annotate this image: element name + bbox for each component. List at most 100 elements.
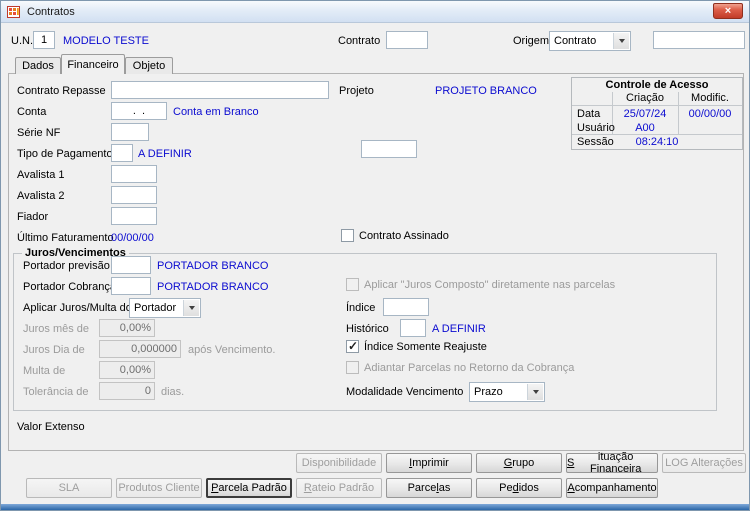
un-input[interactable] <box>33 31 55 49</box>
sla-button[interactable]: SLA <box>26 478 112 498</box>
close-icon: × <box>724 4 732 17</box>
imprimir-button[interactable]: Imprimir <box>386 453 472 473</box>
serie-nf-label: Série NF <box>17 127 61 139</box>
tipo-pagamento-label: Tipo de Pagamento <box>17 148 113 160</box>
historico-input[interactable] <box>400 319 426 337</box>
indice-somente-reajuste-checkbox[interactable]: ✓ Índice Somente Reajuste <box>346 339 487 353</box>
indice-somente-reajuste-label: Índice Somente Reajuste <box>364 340 487 353</box>
juros-mes-label: Juros mês de <box>23 323 90 335</box>
window-bottom-border <box>1 504 749 510</box>
contrato-repasse-label: Contrato Repasse <box>17 85 106 97</box>
contrato-assinado-checkbox[interactable]: Contrato Assinado <box>341 229 449 242</box>
parcelas-button[interactable]: Parce l as <box>386 478 472 498</box>
origem-label: Origem <box>513 35 550 47</box>
fiador-label: Fiador <box>17 211 49 223</box>
tolerancia-label: Tolerância de <box>23 386 89 398</box>
origem-select[interactable]: Contrato <box>549 31 631 51</box>
valor-extenso-label: Valor Extenso <box>17 421 85 433</box>
col-modific-header: Modific. <box>691 92 729 104</box>
portador-cobranca-description: PORTADOR BRANCO <box>157 281 269 293</box>
avalista2-input[interactable] <box>111 186 157 204</box>
historico-description: A DEFINIR <box>432 323 486 335</box>
aplicar-juros-multa-select[interactable]: Portador <box>129 298 201 318</box>
controle-de-acesso-panel: Controle de Acesso Criação Modific. Data… <box>571 77 743 150</box>
close-button[interactable]: × <box>713 3 743 19</box>
divider <box>572 105 742 106</box>
fiador-input[interactable] <box>111 207 157 225</box>
check-icon: ✓ <box>348 339 359 353</box>
contratos-window: Contratos × U.N. MODELO TESTE Contrato O… <box>0 0 750 511</box>
produtos-cliente-button[interactable]: Produtos Cliente <box>116 478 202 498</box>
tab-dados[interactable]: Dados <box>15 57 61 74</box>
un-label: U.N. <box>11 35 33 47</box>
juros-composto-checkbox: Aplicar "Juros Composto" diretamente nas… <box>346 278 615 291</box>
app-icon <box>7 5 21 19</box>
tipo-pagamento-description: A DEFINIR <box>138 148 192 160</box>
serie-nf-input[interactable] <box>111 123 149 141</box>
data-label: Data <box>577 108 601 120</box>
indice-input[interactable] <box>383 298 429 316</box>
rateio-padrao-button[interactable]: Rateio Padrão <box>296 478 382 498</box>
log-alteracoes-button[interactable]: LOG Alterações <box>662 453 746 473</box>
portador-previsao-input[interactable] <box>111 256 151 274</box>
tab-financeiro[interactable]: Financeiro <box>61 54 125 74</box>
contrato-label: Contrato <box>338 35 381 47</box>
modalidade-vencimento-select[interactable]: Prazo <box>469 382 545 402</box>
chevron-down-icon <box>613 33 629 49</box>
divider <box>572 134 742 135</box>
ultimo-faturamento-value: 00/00/00 <box>111 232 154 244</box>
conta-description: Conta em Branco <box>173 106 259 118</box>
multa-label: Multa de <box>23 365 66 377</box>
modalidade-vencimento-label: Modalidade Vencimento <box>346 386 464 398</box>
origem-selected-value: Contrato <box>554 35 597 47</box>
avalista1-input[interactable] <box>111 165 157 183</box>
juros-dia-suffix: após Vencimento. <box>188 344 276 356</box>
indice-label: Índice <box>346 302 376 314</box>
tolerancia-input <box>99 382 155 400</box>
portador-previsao-label: Portador previsão <box>23 260 110 272</box>
portador-cobranca-label: Portador Cobrança <box>23 281 116 293</box>
conta-input[interactable] <box>111 102 167 120</box>
projeto-value: PROJETO BRANCO <box>435 85 537 97</box>
data-criacao-value: 25/07/24 <box>623 108 667 120</box>
checkbox-box <box>346 278 359 291</box>
tipo-pagamento-input[interactable] <box>111 144 133 162</box>
contrato-assinado-label: Contrato Assinado <box>359 229 449 242</box>
situacao-financeira-button[interactable]: Situação Financeira <box>566 451 658 475</box>
col-criacao-header: Criação <box>626 92 664 104</box>
contrato-input[interactable] <box>386 31 428 49</box>
sessao-value: 08:24:10 <box>635 136 679 148</box>
juros-mes-input <box>99 319 155 337</box>
portador-previsao-description: PORTADOR BRANCO <box>157 260 269 272</box>
juros-dia-input <box>99 340 181 358</box>
origem-code-input[interactable] <box>653 31 745 49</box>
checkbox-box <box>346 361 359 374</box>
data-modific-value: 00/00/00 <box>688 108 732 120</box>
adiantar-parcelas-label: Adiantar Parcelas no Retorno da Cobrança <box>364 361 575 374</box>
window-titlebar: Contratos × <box>1 1 749 23</box>
modalidade-vencimento-value: Prazo <box>474 386 503 398</box>
juros-dia-label: Juros Dia de <box>23 344 85 356</box>
unlabeled-input[interactable] <box>361 140 417 158</box>
checkbox-box: ✓ <box>346 339 359 353</box>
multa-input <box>99 361 155 379</box>
chevron-down-icon <box>527 384 543 400</box>
portador-cobranca-input[interactable] <box>111 277 151 295</box>
window-title: Contratos <box>27 5 75 18</box>
adiantar-parcelas-checkbox: Adiantar Parcelas no Retorno da Cobrança <box>346 361 574 374</box>
pedidos-button[interactable]: Pe d idos <box>476 478 562 498</box>
grupo-button[interactable]: Grupo <box>476 453 562 473</box>
ultimo-faturamento-label: Último Faturamento <box>17 232 114 244</box>
tab-objeto[interactable]: Objeto <box>125 57 173 74</box>
acompanhamento-button[interactable]: Acompanhamento <box>566 478 658 498</box>
historico-label: Histórico <box>346 323 389 335</box>
contrato-repasse-input[interactable] <box>111 81 329 99</box>
parcela-padrao-button[interactable]: Parcela Padrão <box>206 478 292 498</box>
aplicar-juros-multa-label: Aplicar Juros/Multa do <box>23 302 132 314</box>
aplicar-juros-multa-value: Portador <box>134 302 177 314</box>
tolerancia-suffix: dias. <box>161 386 185 398</box>
disponibilidade-button[interactable]: Disponibilidade <box>296 453 382 473</box>
checkbox-box <box>341 229 354 242</box>
avalista1-label: Avalista 1 <box>17 169 65 181</box>
controle-acesso-title: Controle de Acesso <box>605 79 709 91</box>
